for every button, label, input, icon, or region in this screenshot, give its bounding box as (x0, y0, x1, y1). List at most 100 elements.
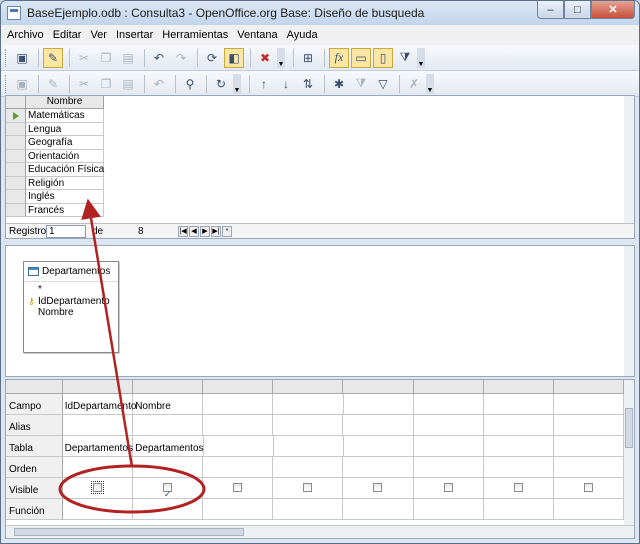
menu-ventana[interactable]: Ventana (237, 29, 277, 41)
field-cell[interactable] (203, 394, 274, 415)
table-cell[interactable]: Orientación (26, 149, 104, 163)
save-icon[interactable]: ▣ (12, 48, 32, 68)
vertical-scrollbar[interactable] (624, 246, 634, 376)
field-cell[interactable] (273, 394, 344, 415)
sort-cell[interactable] (553, 457, 624, 478)
close-button[interactable]: ✕ (591, 1, 635, 19)
field-cell[interactable] (553, 394, 624, 415)
table-cell[interactable]: Francés (26, 203, 104, 217)
find-record-icon[interactable]: ⚲ (180, 74, 200, 94)
sort-cell[interactable] (483, 457, 554, 478)
autofilter-icon[interactable]: ✱ (329, 74, 349, 94)
alias-icon[interactable]: ▯ (373, 47, 393, 68)
alias-cell[interactable] (553, 415, 624, 436)
table-cell[interactable]: Geografía (26, 136, 104, 150)
field-cell[interactable] (343, 394, 414, 415)
refresh-icon[interactable]: ↻ (211, 74, 231, 94)
clear-query-icon[interactable]: ✖ (255, 48, 275, 68)
table-cell[interactable] (343, 436, 414, 457)
table-cell[interactable] (203, 436, 274, 457)
maximize-button[interactable]: □ (564, 1, 591, 19)
function-cell[interactable] (62, 499, 133, 520)
menu-ayuda[interactable]: Ayuda (287, 29, 318, 41)
table-cell[interactable]: Departamentos (62, 436, 134, 457)
scrollbar-thumb[interactable] (14, 528, 244, 536)
table-window-title[interactable]: Departamentos (24, 262, 118, 282)
copy-icon[interactable]: ❐ (96, 48, 116, 68)
sort-icon[interactable]: ⇅ (298, 74, 318, 94)
distinct-icon[interactable]: ⧩ (395, 48, 415, 68)
visible-checkbox[interactable] (233, 483, 243, 492)
alias-cell[interactable] (273, 415, 344, 436)
function-cell[interactable] (132, 499, 204, 520)
row-selector[interactable] (6, 190, 26, 204)
vertical-scrollbar[interactable] (624, 96, 634, 223)
table-row[interactable]: Educación Física (6, 163, 104, 177)
table-name-icon[interactable]: ▭ (351, 47, 371, 68)
visible-checkbox[interactable] (513, 483, 523, 492)
menu-ver[interactable]: Ver (90, 29, 107, 41)
grid-corner[interactable] (6, 96, 26, 109)
copy-icon[interactable]: ❐ (96, 74, 116, 94)
edit-data-icon[interactable]: ✎ (43, 74, 63, 94)
cut-icon[interactable]: ✂ (74, 48, 94, 68)
menu-insertar[interactable]: Insertar (116, 29, 153, 41)
field-cell[interactable]: Nombre (133, 394, 204, 415)
minimize-button[interactable]: – (537, 1, 564, 19)
table-row[interactable]: Geografía (6, 136, 104, 150)
table-cell[interactable]: Departamentos (133, 436, 204, 457)
table-row[interactable]: Religión (6, 176, 104, 190)
column-header-nombre[interactable]: Nombre (26, 96, 104, 109)
run-query-icon[interactable]: ⟳ (202, 48, 222, 68)
table-cell[interactable] (553, 436, 625, 457)
row-selector[interactable] (6, 122, 26, 136)
table-row[interactable]: Inglés (6, 190, 104, 204)
cut-icon[interactable]: ✂ (74, 74, 94, 94)
edit-icon[interactable]: ✎ (43, 47, 63, 68)
function-cell[interactable] (273, 499, 344, 520)
column-header[interactable] (343, 380, 414, 394)
chevron-down-icon[interactable]: ▼ (233, 73, 241, 94)
sort-cell[interactable] (203, 457, 274, 478)
first-record-icon[interactable]: |◀ (178, 225, 188, 237)
standard-filter-icon[interactable]: ▽ (373, 74, 393, 94)
table-cell[interactable] (483, 436, 554, 457)
function-cell[interactable] (203, 499, 274, 520)
sort-descending-icon[interactable]: ↓ (276, 74, 296, 94)
sort-cell[interactable] (413, 457, 484, 478)
horizontal-scrollbar[interactable] (6, 525, 634, 538)
visible-checkbox[interactable] (443, 483, 453, 492)
row-selector[interactable] (6, 163, 26, 177)
toolbar-grip[interactable] (5, 48, 8, 67)
sort-cell[interactable] (132, 457, 204, 478)
column-header[interactable] (483, 380, 554, 394)
table-cell[interactable]: Educación Física (26, 163, 104, 177)
remove-filter-icon[interactable]: ✗ (404, 74, 424, 94)
alias-cell[interactable] (62, 415, 133, 436)
column-header[interactable] (132, 380, 204, 394)
row-selector[interactable] (6, 149, 26, 163)
chevron-down-icon[interactable]: ▼ (417, 47, 425, 68)
toolbar-grip[interactable] (5, 74, 8, 93)
table-row[interactable]: Matemáticas (6, 109, 104, 123)
sort-cell[interactable] (273, 457, 344, 478)
field-cell[interactable] (413, 394, 484, 415)
table-cell[interactable]: Matemáticas (26, 109, 104, 123)
alias-cell[interactable] (203, 415, 274, 436)
column-header[interactable] (273, 380, 344, 394)
alias-cell[interactable] (483, 415, 554, 436)
paste-icon[interactable]: ▤ (118, 48, 138, 68)
visible-checkbox[interactable] (303, 483, 313, 492)
alias-cell[interactable] (343, 415, 414, 436)
table-row[interactable]: Orientación (6, 149, 104, 163)
table-cell[interactable] (413, 436, 484, 457)
record-number-input[interactable]: 1 (46, 224, 86, 238)
table-cell[interactable] (273, 436, 344, 457)
chevron-down-icon[interactable]: ▼ (426, 73, 434, 94)
table-cell[interactable]: Inglés (26, 190, 104, 204)
functions-icon[interactable]: fx (329, 47, 349, 68)
field-item[interactable]: Nombre (28, 307, 118, 319)
current-record-icon[interactable] (6, 109, 26, 123)
column-header[interactable] (413, 380, 484, 394)
save-record-icon[interactable]: ▣ (12, 74, 32, 94)
